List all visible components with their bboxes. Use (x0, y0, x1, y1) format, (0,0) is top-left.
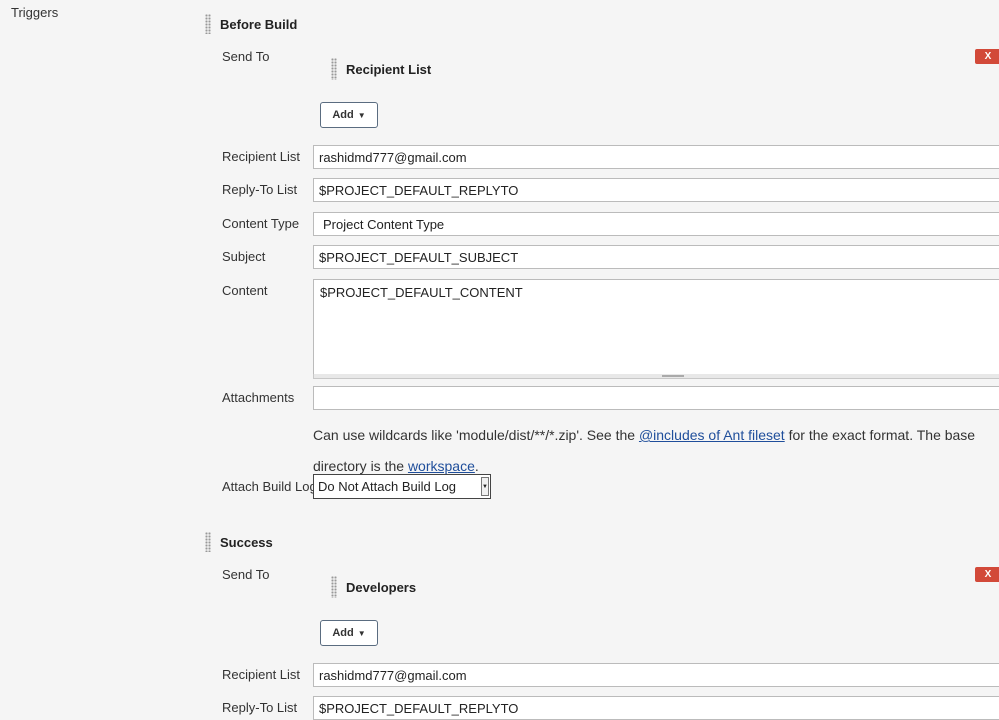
attachments-input[interactable] (313, 386, 999, 410)
recipient-type-title: Recipient List (346, 62, 431, 77)
drag-handle-icon[interactable] (331, 576, 337, 598)
recipient-list-input[interactable]: rashidmd777@gmail.com (313, 663, 999, 687)
send-to-label: Send To (222, 567, 269, 582)
attachments-help-text: Can use wildcards like 'module/dist/**/*… (313, 420, 999, 482)
attach-build-log-value: Do Not Attach Build Log (318, 479, 456, 494)
help-text-part1: Can use wildcards like 'module/dist/**/*… (313, 427, 639, 443)
recipient-list-label: Recipient List (222, 667, 300, 682)
attach-build-log-select[interactable]: Do Not Attach Build Log ▼ (313, 474, 491, 499)
attachments-label: Attachments (222, 390, 294, 405)
recipient-type-title: Developers (346, 580, 416, 595)
caret-down-icon: ▼ (358, 111, 366, 120)
reply-to-list-label: Reply-To List (222, 182, 297, 197)
reply-to-list-input[interactable]: $PROJECT_DEFAULT_REPLYTO (313, 696, 999, 720)
help-text-part3: . (475, 458, 479, 474)
subject-label: Subject (222, 249, 265, 264)
remove-trigger-button[interactable]: X (975, 567, 999, 582)
textarea-resize-handle[interactable] (313, 374, 999, 379)
content-textarea[interactable]: $PROJECT_DEFAULT_CONTENT (313, 279, 999, 375)
add-button-label: Add (332, 109, 353, 121)
add-recipient-button[interactable]: Add ▼ (320, 102, 378, 128)
remove-trigger-button[interactable]: X (975, 49, 999, 64)
content-type-label: Content Type (222, 216, 299, 231)
subject-input[interactable]: $PROJECT_DEFAULT_SUBJECT (313, 245, 999, 269)
send-to-label: Send To (222, 49, 269, 64)
workspace-link[interactable]: workspace (408, 458, 475, 474)
caret-down-icon: ▼ (358, 629, 366, 638)
reply-to-list-input[interactable]: $PROJECT_DEFAULT_REPLYTO (313, 178, 999, 202)
drag-handle-icon[interactable] (331, 58, 337, 80)
recipient-list-input[interactable]: rashidmd777@gmail.com (313, 145, 999, 169)
section-title-before-build: Before Build (220, 17, 297, 32)
triggers-label: Triggers (11, 5, 58, 20)
content-type-select[interactable]: Project Content Type (313, 212, 999, 236)
section-title-success: Success (220, 535, 273, 550)
drag-handle-icon[interactable] (205, 14, 211, 34)
resize-grip-icon (662, 375, 684, 377)
ant-fileset-link[interactable]: @includes of Ant fileset (639, 427, 785, 443)
dropdown-arrow-icon: ▼ (481, 477, 489, 496)
add-button-label: Add (332, 627, 353, 639)
add-recipient-button[interactable]: Add ▼ (320, 620, 378, 646)
content-label: Content (222, 283, 268, 298)
drag-handle-icon[interactable] (205, 532, 211, 552)
recipient-list-label: Recipient List (222, 149, 300, 164)
attach-build-log-label: Attach Build Log (222, 479, 317, 494)
